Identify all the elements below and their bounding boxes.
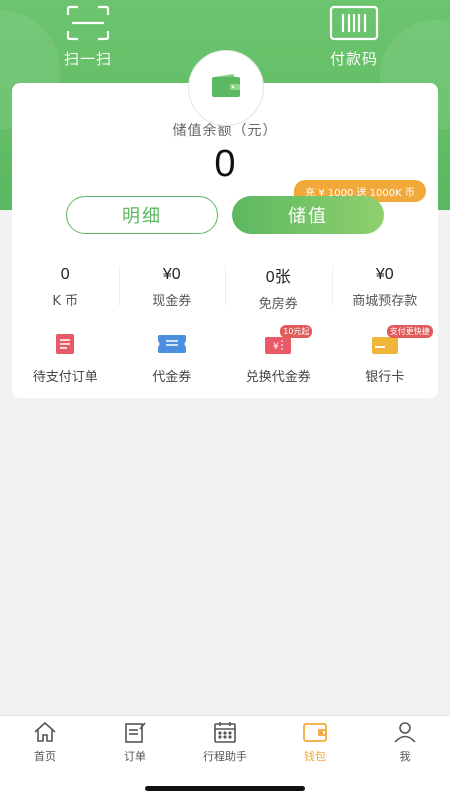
tab-trip-assistant[interactable]: 行程助手 — [180, 716, 270, 767]
stat-label: 现金券 — [152, 293, 192, 309]
tab-me[interactable]: 我 — [360, 716, 450, 767]
pay-code-button[interactable]: 付款码 — [328, 4, 380, 69]
bank-card-tag: 支付更快捷 — [386, 325, 433, 338]
coupons-button[interactable]: 代金券 — [119, 330, 226, 390]
scan-label: 扫一扫 — [63, 50, 112, 68]
stat-free-room[interactable]: 0张 免房券 — [225, 262, 332, 312]
bottom-tab-bar: 首页 订单 行程助手 钱包 我 — [0, 715, 450, 767]
scan-icon — [62, 4, 114, 42]
user-icon — [393, 720, 417, 744]
quick-label: 兑换代金券 — [245, 370, 311, 385]
tab-label: 订单 — [124, 749, 146, 763]
quick-label: 银行卡 — [365, 370, 405, 385]
tab-wallet[interactable]: 钱包 — [270, 716, 360, 767]
order-icon — [124, 720, 146, 744]
stat-value: 0 — [60, 265, 70, 283]
barcode-icon — [328, 4, 380, 42]
home-icon — [33, 720, 57, 744]
wallet-icon — [211, 74, 241, 102]
stat-label: K 币 — [52, 293, 79, 309]
tab-home[interactable]: 首页 — [0, 716, 90, 767]
pay-code-label: 付款码 — [329, 50, 378, 68]
exchange-coupon-button[interactable]: ¥ 10元起 兑换代金券 — [225, 325, 332, 390]
order-doc-icon — [49, 330, 81, 358]
exchange-coupon-tag: 10元起 — [280, 325, 313, 338]
coupon-icon — [156, 330, 188, 358]
quick-label: 代金券 — [152, 370, 192, 385]
stat-k-coin[interactable]: 0 K 币 — [12, 262, 119, 312]
tab-label: 行程助手 — [203, 749, 247, 763]
calendar-icon — [213, 720, 237, 744]
pending-orders-button[interactable]: 待支付订单 — [12, 330, 119, 390]
stat-value: ¥0 — [375, 265, 394, 283]
exchange-coupon-icon: ¥ 10元起 — [262, 325, 313, 358]
recharge-button[interactable]: 储值 — [232, 196, 384, 234]
stat-mall-deposit[interactable]: ¥0 商城预存款 — [331, 262, 439, 312]
tab-label: 钱包 — [304, 749, 326, 763]
home-indicator — [145, 786, 305, 791]
bank-card-icon: 支付更快捷 — [369, 325, 433, 358]
stat-value: 0张 — [265, 268, 291, 286]
wallet-badge — [188, 50, 264, 126]
tab-label: 我 — [399, 749, 411, 763]
detail-button[interactable]: 明细 — [66, 196, 218, 234]
quick-label: 待支付订单 — [32, 370, 98, 385]
tab-orders[interactable]: 订单 — [90, 716, 180, 767]
stats-row: 0 K 币 ¥0 现金券 0张 免房券 ¥0 商城预存款 — [12, 262, 438, 312]
quick-actions: 待支付订单 代金券 ¥ 10元起 兑换代金券 支付更快捷 银行卡 — [12, 325, 439, 390]
stat-cash-coupon[interactable]: ¥0 现金券 — [118, 262, 226, 312]
tab-label: 首页 — [34, 749, 56, 763]
bank-card-button[interactable]: 支付更快捷 银行卡 — [332, 325, 439, 390]
svg-text:¥: ¥ — [273, 342, 279, 352]
wallet-icon — [302, 720, 328, 744]
bottom-safe-area — [0, 767, 450, 800]
stat-label: 免房券 — [258, 296, 298, 312]
stat-value: ¥0 — [162, 265, 181, 283]
scan-button[interactable]: 扫一扫 — [62, 4, 114, 69]
stat-label: 商城预存款 — [352, 293, 418, 309]
